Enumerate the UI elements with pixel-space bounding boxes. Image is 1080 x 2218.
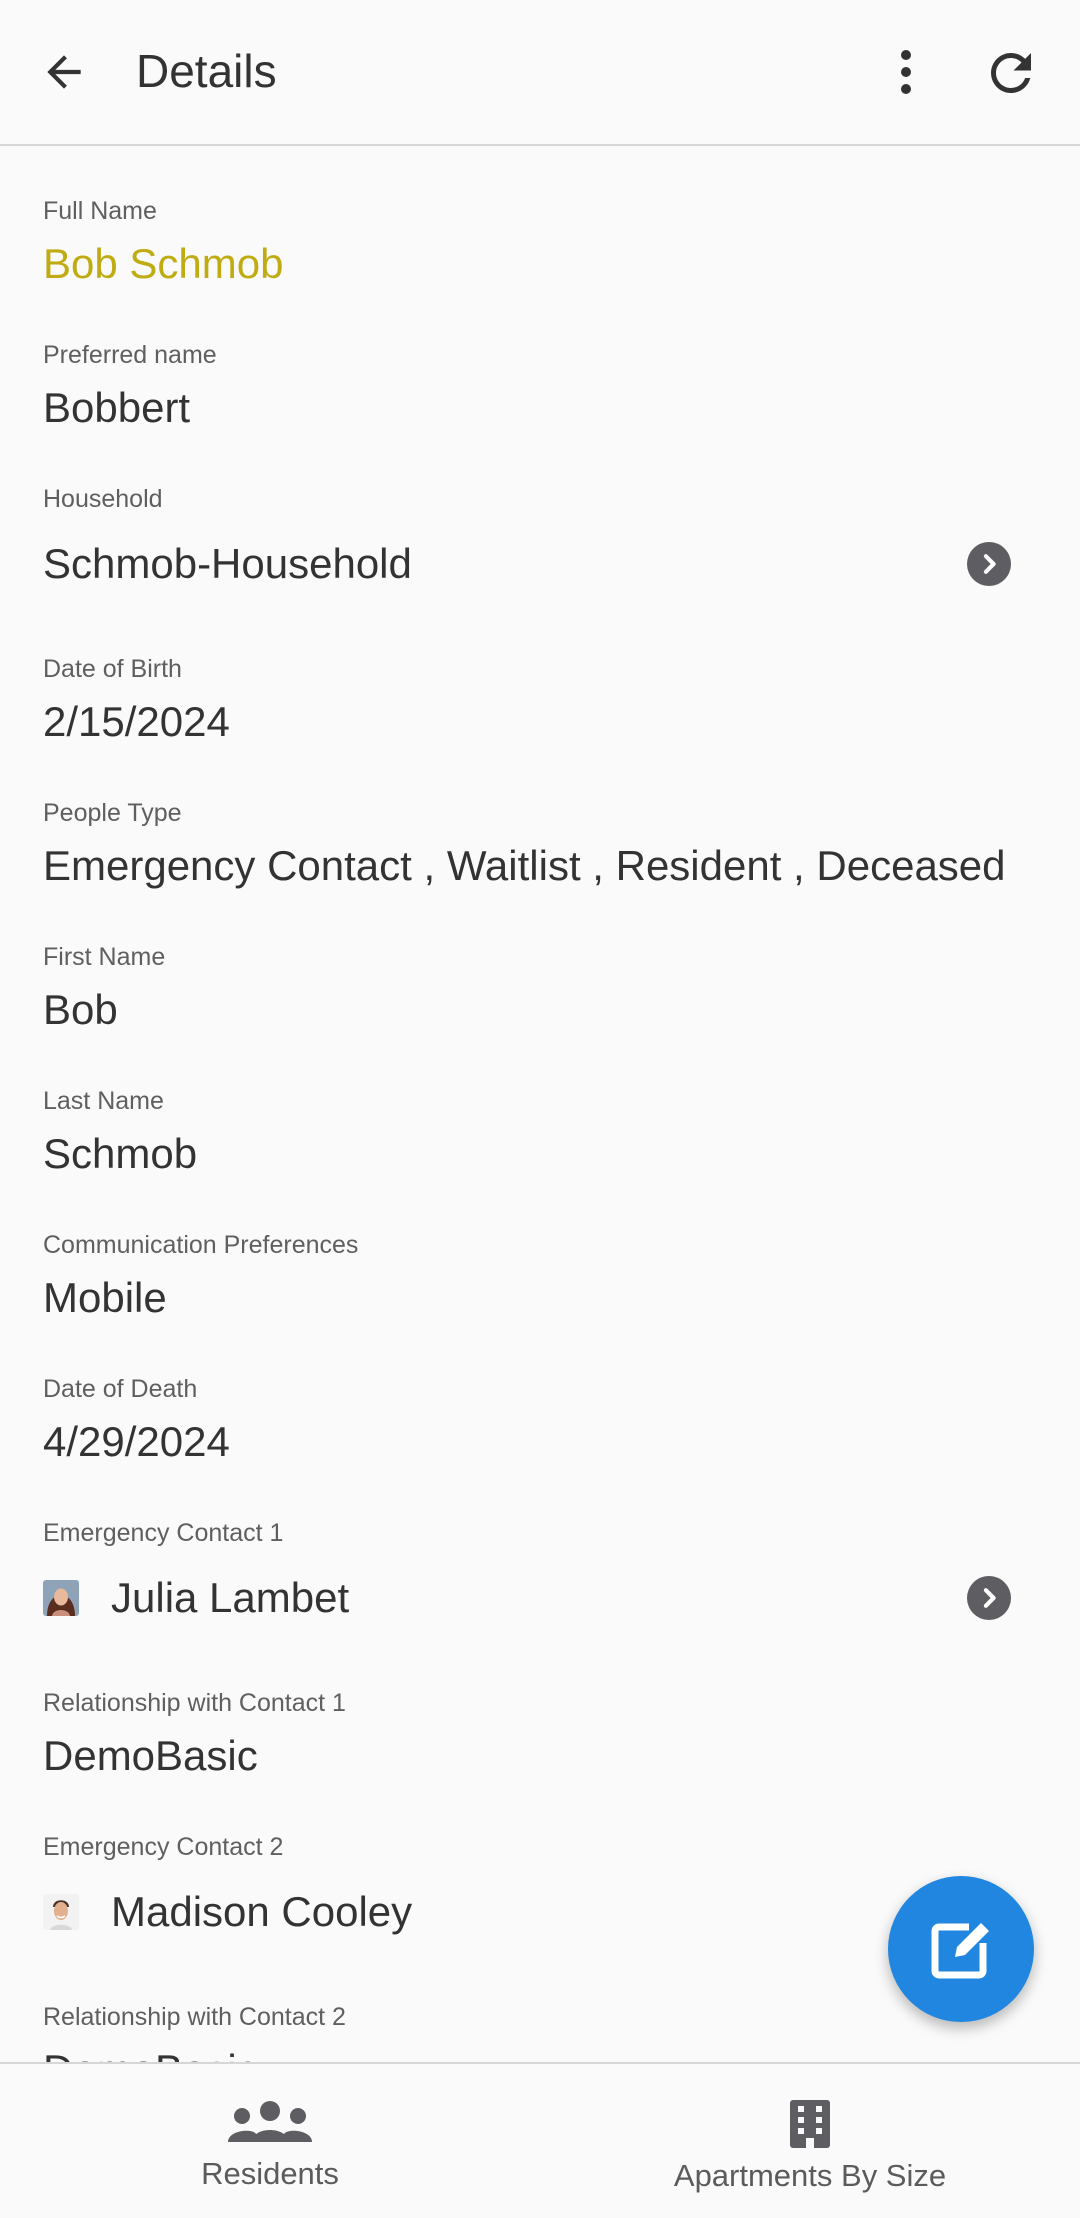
emergency-contact-1-link[interactable]: Julia Lambet <box>43 1566 1037 1630</box>
field-last-name: Last Name Schmob <box>43 1086 1037 1180</box>
arrow-left-icon <box>47 55 81 89</box>
building-icon <box>790 2100 830 2148</box>
field-emergency-contact-1[interactable]: Emergency Contact 1 Julia Lambet <box>43 1518 1037 1630</box>
people-type-value: Emergency Contact , Waitlist , Resident … <box>43 842 1006 889</box>
field-label: Relationship with Contact 2 <box>43 2003 346 2031</box>
page-title: Details <box>136 45 277 97</box>
relationship-contact-2-value: DemoBasic <box>43 2044 1037 2062</box>
nav-apartments-label: Apartments By Size <box>673 2158 947 2193</box>
chevron-right-icon[interactable] <box>967 542 1011 586</box>
field-label: Last Name <box>43 1087 164 1115</box>
first-name-value: Bob <box>43 986 118 1033</box>
refresh-icon <box>991 53 1031 93</box>
chevron-right-icon[interactable] <box>967 1576 1011 1620</box>
edit-button[interactable] <box>888 1876 1034 2022</box>
date-of-death-value: 4/29/2024 <box>43 1418 230 1465</box>
field-label: Household <box>43 485 163 513</box>
refresh-button[interactable] <box>974 36 1048 110</box>
field-date-of-birth: Date of Birth 2/15/2024 <box>43 654 1037 748</box>
communication-preferences-value: Mobile <box>43 1274 167 1321</box>
household-value: Schmob-Household <box>43 540 412 587</box>
more-vert-icon <box>901 50 911 94</box>
field-household[interactable]: Household Schmob-Household <box>43 484 1037 596</box>
bottom-navigation: Residents Apartments By Size <box>0 2062 1080 2218</box>
date-of-birth-value: 2/15/2024 <box>43 698 230 745</box>
nav-residents[interactable]: Residents <box>0 2064 540 2218</box>
preferred-name-value: Bobbert <box>43 384 191 431</box>
field-label: Full Name <box>43 197 157 225</box>
emergency-contact-1-value: Julia Lambet <box>111 1574 350 1621</box>
app-bar: Details <box>0 0 1080 146</box>
field-label: Relationship with Contact 1 <box>43 1689 346 1717</box>
back-button[interactable] <box>28 36 100 108</box>
field-communication-preferences: Communication Preferences Mobile <box>43 1230 1037 1324</box>
field-label: Date of Death <box>43 1375 198 1403</box>
field-full-name: Full Name Bob Schmob <box>43 196 1037 290</box>
edit-icon <box>931 1923 989 1979</box>
field-label: People Type <box>43 799 182 827</box>
field-relationship-contact-1: Relationship with Contact 1 DemoBasic <box>43 1688 1037 1782</box>
field-first-name: First Name Bob <box>43 942 1037 1036</box>
field-label: Emergency Contact 1 <box>43 1519 284 1547</box>
emergency-contact-2-link[interactable]: Madison Cooley <box>43 1880 1037 1944</box>
nav-apartments-by-size[interactable]: Apartments By Size <box>540 2064 1080 2218</box>
field-emergency-contact-2[interactable]: Emergency Contact 2 Madison Cooley <box>43 1832 1037 1944</box>
avatar <box>43 1894 79 1930</box>
field-date-of-death: Date of Death 4/29/2024 <box>43 1374 1037 1468</box>
field-label: Communication Preferences <box>43 1231 359 1259</box>
household-link[interactable]: Schmob-Household <box>43 532 1037 596</box>
people-group-icon <box>228 2101 312 2142</box>
field-label: Preferred name <box>43 341 217 369</box>
field-relationship-contact-2: Relationship with Contact 2 DemoBasic <box>43 2002 1037 2062</box>
field-people-type: People Type Emergency Contact , Waitlist… <box>43 798 1037 892</box>
details-content[interactable]: Full Name Bob Schmob Preferred name Bobb… <box>0 148 1080 2062</box>
relationship-contact-1-value: DemoBasic <box>43 1732 258 1779</box>
more-options-button[interactable] <box>870 36 942 108</box>
field-label: Emergency Contact 2 <box>43 1833 284 1861</box>
field-preferred-name: Preferred name Bobbert <box>43 340 1037 434</box>
field-label: Date of Birth <box>43 655 182 683</box>
avatar <box>43 1580 79 1616</box>
full-name-value: Bob Schmob <box>43 240 284 287</box>
nav-residents-label: Residents <box>201 2156 339 2191</box>
last-name-value: Schmob <box>43 1130 198 1177</box>
field-label: First Name <box>43 943 166 971</box>
